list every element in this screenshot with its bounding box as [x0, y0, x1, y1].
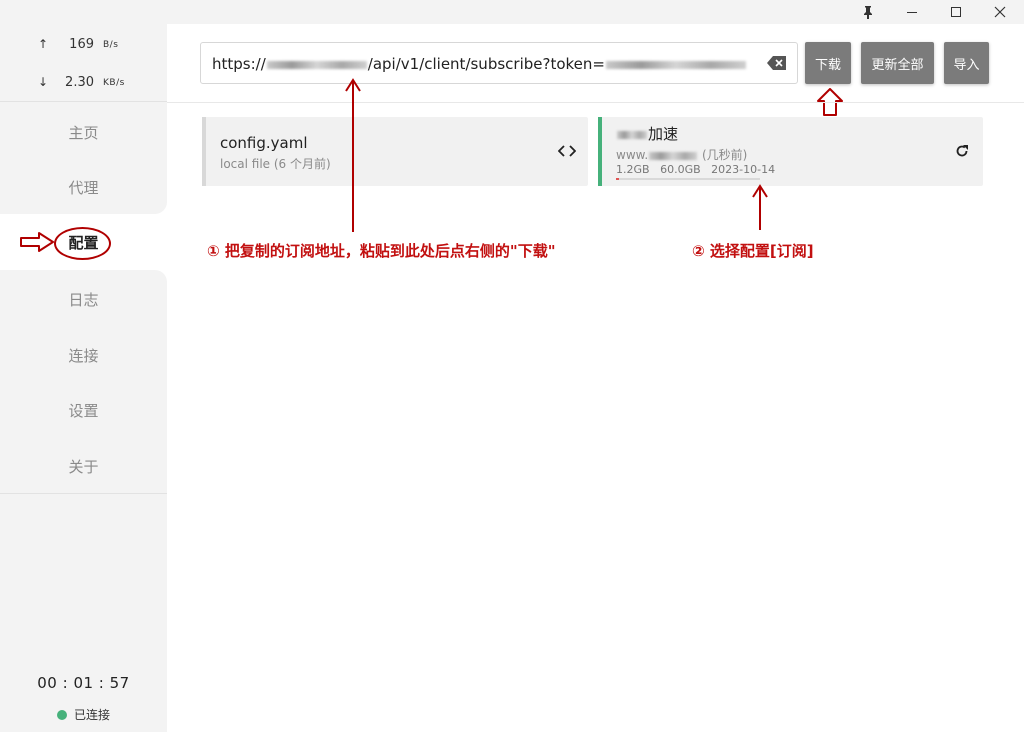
profile-host-prefix: www.	[616, 148, 649, 162]
usage-total: 60.0GB	[660, 163, 701, 176]
annotation-ellipse	[54, 227, 111, 260]
url-path: /api/v1/client/subscribe?token=	[367, 55, 605, 73]
sidebar-item-settings[interactable]: 设置	[0, 384, 167, 436]
sidebar-item-connections[interactable]: 连接	[0, 329, 167, 381]
profile-usage: 1.2GB 60.0GB 2023-10-14	[616, 163, 775, 176]
sidebar-item-proxies[interactable]: 代理	[0, 161, 167, 213]
refresh-icon[interactable]	[955, 144, 969, 158]
annotation-step-2: ② 选择配置[订阅]	[692, 242, 814, 260]
annotation-arrow-right-icon	[20, 232, 54, 252]
subscription-url-input[interactable]: https:// /api/v1/client/subscribe?token=	[200, 42, 798, 84]
status-label: 已连接	[73, 708, 110, 722]
import-button[interactable]: 导入	[944, 42, 989, 84]
sidebar-item-logs[interactable]: 日志	[0, 273, 167, 325]
annotation-arrow-icon	[752, 184, 768, 230]
connection-status: 已连接	[0, 706, 167, 723]
card-selected-indicator	[598, 117, 602, 186]
divider	[0, 101, 167, 102]
profile-title-suffix: 加速	[648, 125, 679, 143]
close-icon[interactable]	[978, 0, 1022, 24]
profile-card-subscription[interactable]: 加速 www. (几秒前) 1.2GB 60.0GB 2023-10-14	[598, 117, 983, 186]
expire-date: 2023-10-14	[711, 163, 776, 176]
blurred-domain	[266, 60, 367, 69]
code-brackets-icon[interactable]	[558, 145, 576, 157]
download-unit: KB/s	[103, 78, 125, 88]
blurred-name	[617, 130, 647, 139]
annotation-arrow-icon	[345, 78, 361, 232]
title-bar	[0, 0, 1024, 24]
maximize-icon[interactable]	[934, 0, 978, 24]
blurred-host	[649, 151, 698, 160]
usage-progress-fill	[616, 178, 619, 180]
divider	[0, 493, 167, 494]
profile-card-local[interactable]: config.yaml local file (6 个月前)	[202, 117, 588, 186]
sidebar: ↑ 169 B/s ↓ 2.30 KB/s 主页 代理 配置 日志 连接 设置 …	[0, 24, 167, 732]
sidebar-item-home[interactable]: 主页	[0, 106, 167, 158]
status-dot-icon	[56, 709, 67, 720]
profile-subtitle: local file (6 个月前)	[220, 157, 331, 171]
download-value: 2.30	[65, 75, 94, 90]
upload-unit: B/s	[103, 40, 119, 50]
sidebar-item-about[interactable]: 关于	[0, 440, 167, 492]
download-button[interactable]: 下载	[805, 42, 851, 84]
upload-arrow-icon: ↑	[38, 37, 49, 51]
profile-title: config.yaml	[220, 134, 308, 152]
divider	[167, 102, 1024, 103]
profile-title: 加速	[616, 123, 678, 144]
connection-timer: 00 : 01 : 57	[37, 674, 130, 692]
backspace-icon[interactable]	[767, 55, 787, 71]
update-all-button[interactable]: 更新全部	[861, 42, 934, 84]
download-arrow-icon: ↓	[38, 75, 49, 89]
upload-value: 169	[69, 37, 94, 52]
card-indicator	[202, 117, 206, 186]
annotation-step-1: ① 把复制的订阅地址，粘贴到此处后点右侧的"下载"	[207, 242, 556, 260]
blurred-token	[605, 60, 746, 69]
usage-used: 1.2GB	[616, 163, 650, 176]
profile-updated-time: (几秒前)	[701, 148, 748, 162]
usage-progress-bar	[616, 178, 760, 180]
profile-subtitle: www. (几秒前)	[616, 146, 747, 163]
url-text: https:// /api/v1/client/subscribe?token=	[212, 55, 747, 73]
url-prefix: https://	[212, 55, 266, 73]
pin-icon[interactable]	[846, 0, 890, 24]
minimize-icon[interactable]	[890, 0, 934, 24]
